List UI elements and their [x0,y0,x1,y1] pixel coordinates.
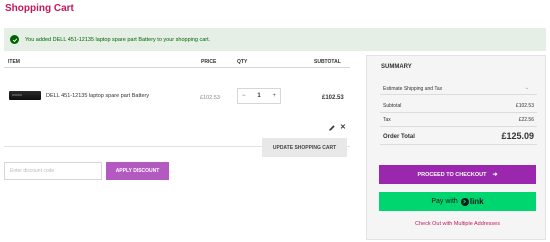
update-cart-button[interactable]: UPDATE SHOPPING CART [262,138,347,157]
page-title: Shopping Cart [5,3,74,14]
arrow-right-icon: ➜ [492,172,498,178]
check-icon [10,35,19,44]
pay-with-label: Pay with [431,198,458,205]
tax-value: £22.56 [518,117,534,123]
estimate-label: Estimate Shipping and Tax [383,86,443,92]
edit-icon[interactable] [328,124,336,132]
order-total-row: Order Total £125.09 [380,129,537,145]
chevron-down-icon: ⌄ [524,85,529,91]
summary-row-tax: Tax £22.56 [380,113,537,127]
qty-value[interactable]: 1 [257,93,260,99]
apply-discount-button[interactable]: APPLY DISCOUNT [106,162,169,180]
qty-increase-button[interactable]: + [272,93,276,99]
product-thumbnail[interactable] [9,91,41,100]
summary-panel: SUMMARY Estimate Shipping and Tax ⌄ Subt… [366,55,546,240]
order-total-value: £125.09 [501,131,534,141]
summary-row-subtotal: Subtotal £102.53 [380,99,537,113]
checkout-label: PROCEED TO CHECKOUT [417,171,487,178]
order-total-label: Order Total [383,134,415,140]
subtotal-value: £102.53 [515,103,534,109]
link-logo: link [460,197,484,206]
subtotal-label: Subtotal [383,103,402,109]
header-subtotal: SUBTOTAL [314,59,341,65]
delete-icon[interactable]: ✕ [340,123,346,131]
qty-decrease-button[interactable]: − [242,93,246,99]
success-notice: You added DELL 451-12135 laptop spare pa… [4,28,546,51]
product-name[interactable]: DELL 451-12135 laptop spare part Battery [46,93,149,99]
proceed-to-checkout-button[interactable]: PROCEED TO CHECKOUT ➜ [379,165,536,184]
header-item: ITEM [8,59,20,65]
header-price: PRICE [201,59,217,65]
multiple-addresses-link[interactable]: Check Out with Multiple Addresses [379,221,536,227]
estimate-shipping-toggle[interactable]: Estimate Shipping and Tax ⌄ [380,81,537,95]
tax-label: Tax [383,117,391,123]
pay-with-link-button[interactable]: Pay with link [379,192,536,211]
notice-text: You added DELL 451-12135 laptop spare pa… [25,36,211,43]
row-subtotal: £102.53 [322,95,344,101]
quantity-stepper: − 1 + [237,88,281,104]
header-qty: QTY [237,59,248,65]
discount-code-input[interactable] [4,162,102,180]
cart-table-header: ITEM PRICE QTY SUBTOTAL [4,56,350,68]
product-price: £102.53 [200,95,220,101]
cart-table: ITEM PRICE QTY SUBTOTAL DELL 451-12135 l… [4,56,350,147]
link-brand-text: link [469,197,484,206]
summary-title: SUMMARY [381,64,412,70]
link-arrow-icon [460,197,469,206]
